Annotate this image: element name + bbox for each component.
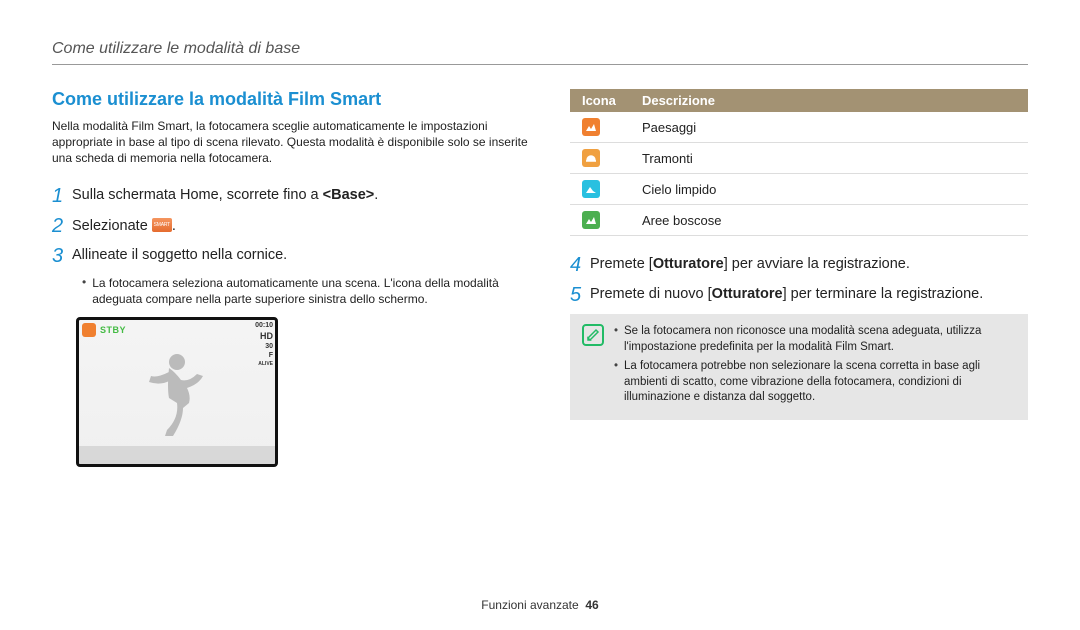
step-4: 4 Premete [Otturatore] per avviare la re…: [570, 254, 1028, 276]
step-post: .: [172, 218, 176, 234]
preview-top-bar: STBY: [82, 323, 126, 337]
table-row: Aree boscose: [570, 205, 1028, 236]
step-3-bullet: La fotocamera seleziona automaticamente …: [82, 275, 530, 307]
content-columns: Come utilizzare la modalità Film Smart N…: [52, 89, 1028, 467]
step-text: Allineate il soggetto nella cornice.: [72, 245, 287, 267]
alive-label: ALIVE: [255, 361, 273, 367]
icon-table: Icona Descrizione Paesaggi Tramonti Ciel…: [570, 89, 1028, 236]
section-heading: Come utilizzare la modalità Film Smart: [52, 89, 530, 110]
note-icon: [582, 324, 604, 346]
footer-page: 46: [585, 598, 598, 612]
step-text: Sulla schermata Home, scorrete fino a: [72, 187, 323, 203]
step-5: 5 Premete di nuovo [Otturatore] per term…: [570, 284, 1028, 306]
left-column: Come utilizzare la modalità Film Smart N…: [52, 89, 530, 467]
note-item: Se la fotocamera non riconosce una modal…: [624, 324, 1016, 355]
cell-label: Paesaggi: [630, 112, 1028, 143]
bullet-text: La fotocamera seleziona automaticamente …: [92, 275, 530, 307]
step-number: 2: [52, 215, 72, 237]
table-row: Tramonti: [570, 143, 1028, 174]
timer: 00:10: [255, 322, 273, 329]
fps-label: 30: [255, 343, 273, 350]
page-header: Come utilizzare le modalità di base: [52, 40, 1028, 65]
forest-icon: [582, 211, 600, 229]
step-post: ] per avviare la registrazione.: [724, 256, 910, 272]
preview-right-icons: 00:10 HD 30 F ALIVE: [255, 322, 273, 367]
table-row: Cielo limpido: [570, 174, 1028, 205]
step-2: 2 Selezionate .: [52, 215, 530, 237]
step-number: 1: [52, 185, 72, 207]
th-icon: Icona: [570, 89, 630, 112]
step-1: 1 Sulla schermata Home, scorrete fino a …: [52, 185, 530, 207]
skater-figure: [139, 348, 219, 448]
step-pre: Premete [: [590, 256, 653, 272]
footer-section: Funzioni avanzate: [481, 598, 578, 612]
cell-label: Tramonti: [630, 143, 1028, 174]
step-bold: Otturatore: [712, 286, 783, 302]
cell-label: Cielo limpido: [630, 174, 1028, 205]
page-footer: Funzioni avanzate 46: [0, 598, 1080, 612]
note-box: Se la fotocamera non riconosce una modal…: [570, 314, 1028, 420]
sky-icon: [582, 180, 600, 198]
step-number: 3: [52, 245, 72, 267]
stby-label: STBY: [100, 325, 126, 335]
step-bold: <Base>: [323, 187, 375, 203]
note-list: Se la fotocamera non riconosce una modal…: [614, 324, 1016, 410]
step-post: ] per terminare la registrazione.: [783, 286, 984, 302]
smart-mode-icon: [152, 218, 172, 232]
right-column: Icona Descrizione Paesaggi Tramonti Ciel…: [570, 89, 1028, 467]
preview-lower-bar: [79, 446, 275, 464]
step-number: 4: [570, 254, 590, 276]
landscape-icon: [582, 118, 600, 136]
scene-icon: [82, 323, 96, 337]
step-post: .: [374, 187, 378, 203]
step-pre: Premete di nuovo [: [590, 286, 712, 302]
th-desc: Descrizione: [630, 89, 1028, 112]
step-number: 5: [570, 284, 590, 306]
note-item: La fotocamera potrebbe non selezionare l…: [624, 359, 1016, 406]
step-bold: Otturatore: [653, 256, 724, 272]
camera-preview: STBY 00:10 HD 30 F ALIVE: [76, 317, 278, 467]
sunset-icon: [582, 149, 600, 167]
cell-label: Aree boscose: [630, 205, 1028, 236]
step-text: Selezionate: [72, 218, 152, 234]
table-row: Paesaggi: [570, 112, 1028, 143]
f-label: F: [255, 352, 273, 359]
step-3: 3 Allineate il soggetto nella cornice.: [52, 245, 530, 267]
intro-text: Nella modalità Film Smart, la fotocamera…: [52, 118, 530, 167]
hd-label: HD: [255, 331, 273, 341]
